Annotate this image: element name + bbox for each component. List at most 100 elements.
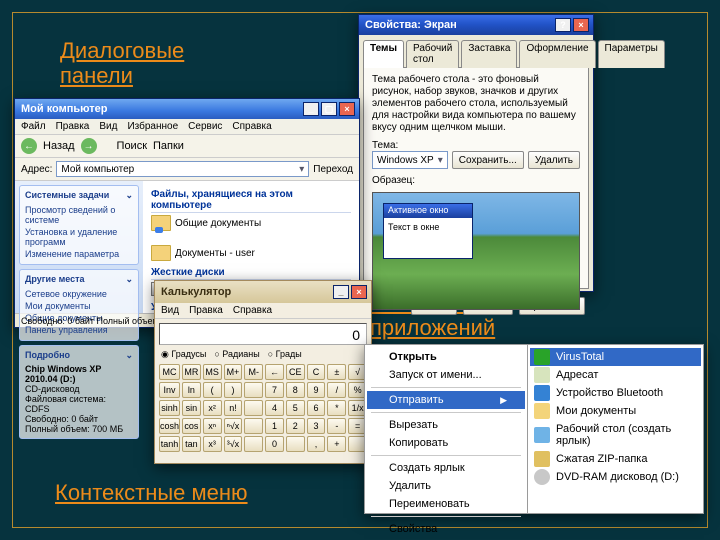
- calc-key[interactable]: ,: [307, 436, 326, 452]
- folders-button[interactable]: Папки: [153, 140, 184, 152]
- tab-desktop[interactable]: Рабочий стол: [406, 40, 459, 68]
- menu-file[interactable]: Файл: [21, 121, 46, 132]
- task-item[interactable]: Установка и удаление программ: [25, 226, 133, 248]
- back-icon[interactable]: [21, 138, 37, 154]
- context-item[interactable]: Открыть: [367, 348, 525, 366]
- sendto-item[interactable]: VirusTotal: [530, 348, 701, 366]
- calc-key[interactable]: xⁿ: [203, 418, 222, 434]
- calc-key[interactable]: -: [327, 418, 346, 434]
- titlebar-display[interactable]: Свойства: Экран ? ×: [359, 15, 593, 35]
- calc-key[interactable]: n!: [224, 400, 243, 416]
- calc-key[interactable]: MC: [159, 364, 180, 380]
- collapse-icon[interactable]: ⌄: [125, 190, 133, 201]
- sendto-item[interactable]: Сжатая ZIP-папка: [530, 450, 701, 468]
- menu-help[interactable]: Справка: [233, 305, 272, 316]
- calc-key[interactable]: sinh: [159, 400, 180, 416]
- context-item[interactable]: Запуск от имени...: [367, 366, 525, 384]
- menu-view[interactable]: Вид: [99, 121, 117, 132]
- context-item[interactable]: Создать ярлык: [367, 459, 525, 477]
- address-field[interactable]: Мой компьютер: [56, 161, 309, 177]
- calc-key[interactable]: cos: [182, 418, 201, 434]
- calc-key[interactable]: 5: [286, 400, 305, 416]
- collapse-icon[interactable]: ⌄: [125, 274, 133, 285]
- calc-key[interactable]: M-: [244, 364, 263, 380]
- calc-key[interactable]: ): [224, 382, 243, 398]
- calc-key[interactable]: 2: [286, 418, 305, 434]
- context-item[interactable]: Вырезать: [367, 416, 525, 434]
- titlebar-calc[interactable]: Калькулятор _ ×: [155, 281, 371, 303]
- calc-key[interactable]: MS: [203, 364, 222, 380]
- help-button[interactable]: ?: [555, 18, 571, 32]
- calc-key[interactable]: 0: [265, 436, 284, 452]
- calc-key[interactable]: ⁿ√x: [224, 418, 243, 434]
- calc-key[interactable]: ln: [182, 382, 201, 398]
- calc-key[interactable]: 4: [265, 400, 284, 416]
- calc-key[interactable]: +: [327, 436, 346, 452]
- sendto-item[interactable]: Рабочий стол (создать ярлык): [530, 420, 701, 450]
- task-item[interactable]: Изменение параметра: [25, 248, 133, 260]
- calc-key[interactable]: 8: [286, 382, 305, 398]
- calc-key[interactable]: 6: [307, 400, 326, 416]
- task-item[interactable]: Просмотр сведений о системе: [25, 204, 133, 226]
- context-item[interactable]: Копировать: [367, 434, 525, 452]
- titlebar-explorer[interactable]: Мой компьютер _ ▢ ×: [15, 99, 359, 119]
- calc-key[interactable]: (: [203, 382, 222, 398]
- calc-key[interactable]: 7: [265, 382, 284, 398]
- menu-help[interactable]: Справка: [232, 121, 271, 132]
- context-item[interactable]: Переименовать: [367, 495, 525, 513]
- menu-view[interactable]: Вид: [161, 305, 179, 316]
- place-item[interactable]: Сетевое окружение: [25, 288, 133, 300]
- back-label[interactable]: Назад: [43, 140, 75, 152]
- calc-key[interactable]: /: [327, 382, 346, 398]
- menu-edit[interactable]: Правка: [56, 121, 90, 132]
- calc-key[interactable]: 3: [307, 418, 326, 434]
- folder-item[interactable]: Документы - user: [151, 245, 255, 261]
- tab-settings[interactable]: Параметры: [598, 40, 665, 68]
- calc-key[interactable]: [244, 436, 263, 452]
- context-item[interactable]: Отправить▶: [367, 391, 525, 409]
- place-item[interactable]: Мои документы: [25, 300, 133, 312]
- close-button[interactable]: ×: [573, 18, 589, 32]
- theme-dropdown[interactable]: Windows XP: [372, 151, 448, 169]
- calc-key[interactable]: *: [327, 400, 346, 416]
- calc-key[interactable]: cosh: [159, 418, 180, 434]
- calc-key[interactable]: [244, 382, 263, 398]
- calc-key[interactable]: tan: [182, 436, 201, 452]
- calc-key[interactable]: x³: [203, 436, 222, 452]
- calc-key[interactable]: [286, 436, 305, 452]
- sendto-item[interactable]: DVD-RAM дисковод (D:): [530, 468, 701, 486]
- close-button[interactable]: ×: [339, 102, 355, 116]
- calc-key[interactable]: [244, 418, 263, 434]
- calc-key[interactable]: tanh: [159, 436, 180, 452]
- tab-screensaver[interactable]: Заставка: [461, 40, 517, 68]
- search-button[interactable]: Поиск: [117, 140, 147, 152]
- context-item[interactable]: Свойства: [367, 520, 525, 538]
- context-item[interactable]: Удалить: [367, 477, 525, 495]
- calc-key[interactable]: M+: [224, 364, 243, 380]
- maximize-button[interactable]: ▢: [321, 102, 337, 116]
- calc-key[interactable]: CE: [286, 364, 305, 380]
- radio-degrees[interactable]: ◉ Градусы: [161, 349, 206, 360]
- delete-theme-button[interactable]: Удалить: [528, 151, 580, 169]
- menu-fav[interactable]: Избранное: [127, 121, 178, 132]
- calc-key[interactable]: ³√x: [224, 436, 243, 452]
- calc-key[interactable]: 1: [265, 418, 284, 434]
- sendto-item[interactable]: Устройство Bluetooth: [530, 384, 701, 402]
- menu-edit[interactable]: Правка: [189, 305, 223, 316]
- folder-item[interactable]: Общие документы: [151, 215, 261, 231]
- calc-key[interactable]: ←: [265, 364, 284, 380]
- radio-grads[interactable]: ○ Грады: [268, 349, 302, 360]
- calc-key[interactable]: Inv: [159, 382, 180, 398]
- go-button[interactable]: Переход: [313, 164, 353, 175]
- collapse-icon[interactable]: ⌄: [125, 350, 133, 361]
- calc-key[interactable]: sin: [182, 400, 201, 416]
- menu-tools[interactable]: Сервис: [188, 121, 222, 132]
- calc-key[interactable]: MR: [182, 364, 201, 380]
- calc-key[interactable]: 9: [307, 382, 326, 398]
- place-item[interactable]: Панель управления: [25, 324, 133, 336]
- sendto-item[interactable]: Адресат: [530, 366, 701, 384]
- calc-key[interactable]: x²: [203, 400, 222, 416]
- minimize-button[interactable]: _: [303, 102, 319, 116]
- calc-key[interactable]: [244, 400, 263, 416]
- save-theme-button[interactable]: Сохранить...: [452, 151, 524, 169]
